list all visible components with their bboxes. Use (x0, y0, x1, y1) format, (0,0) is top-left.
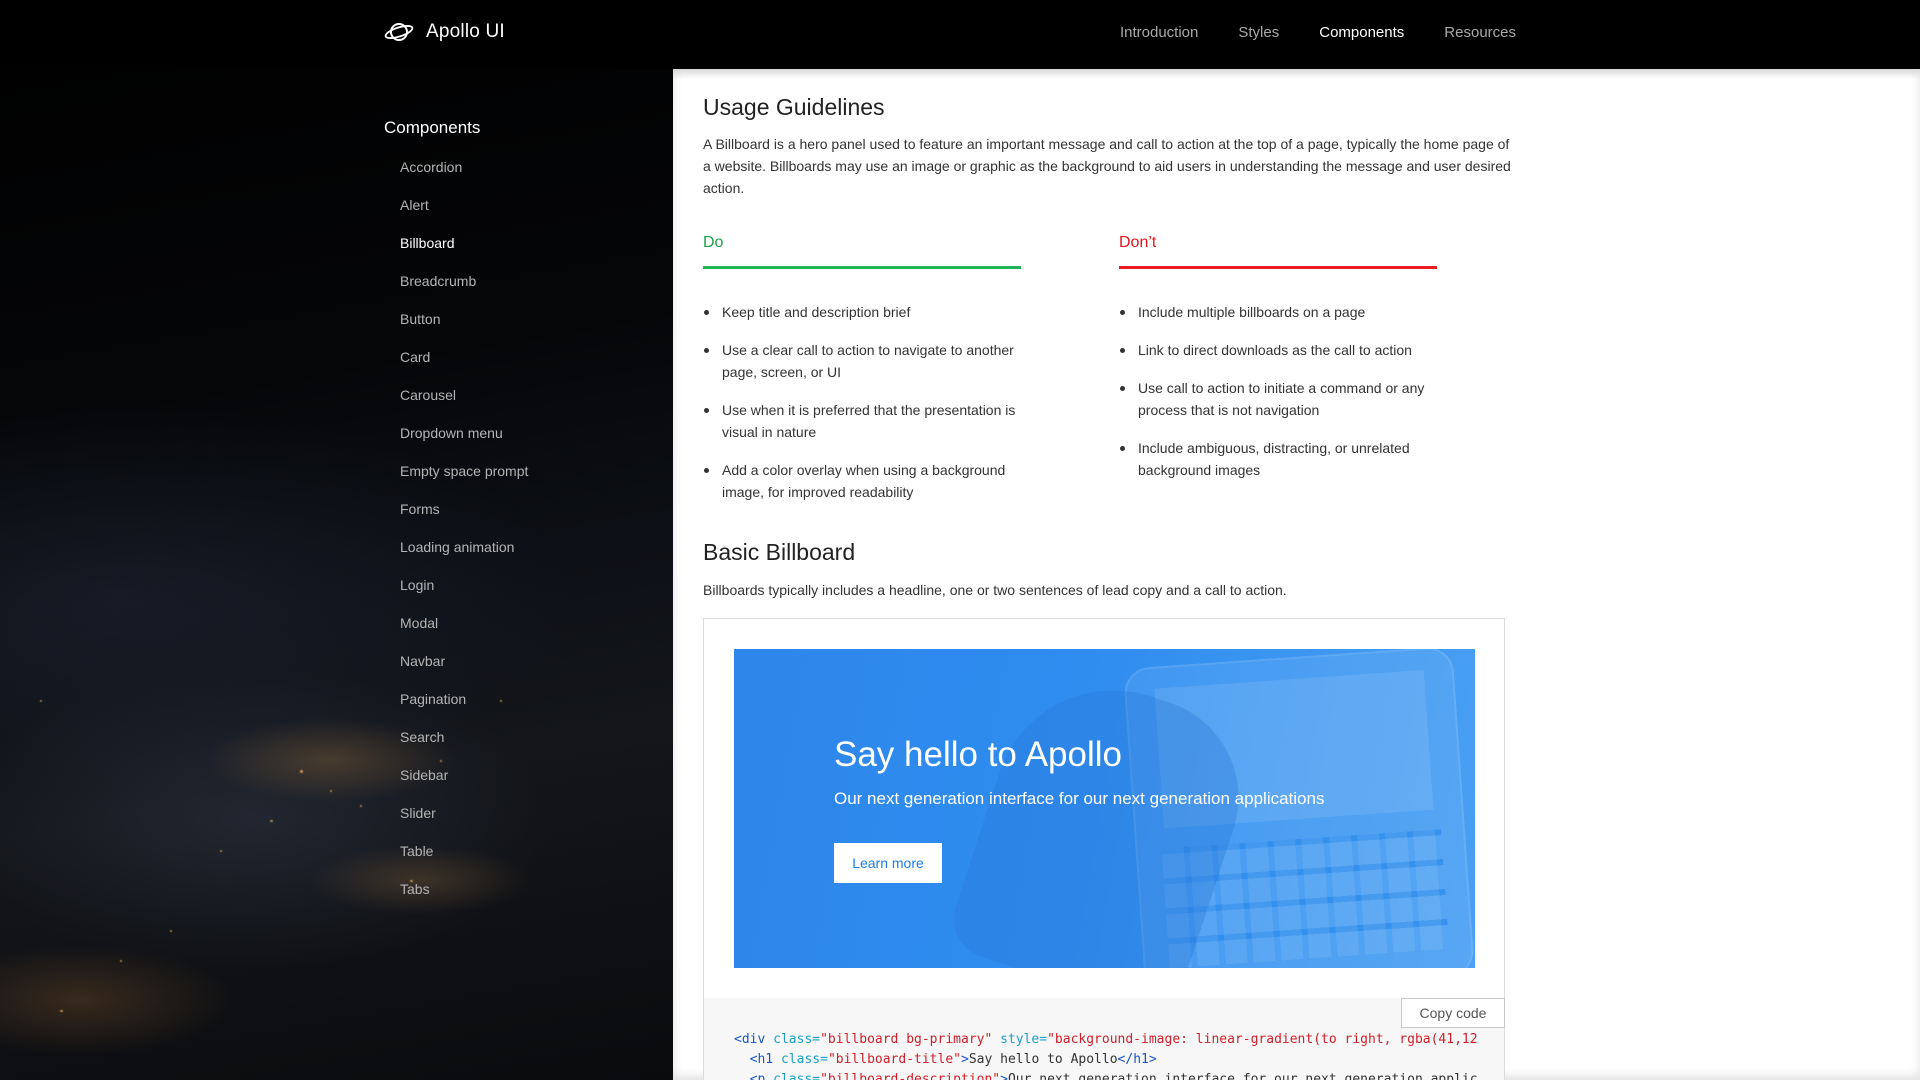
do-item: Add a color overlay when using a backgro… (703, 459, 1033, 503)
code-line-2: <h1 class="billboard-title">Say hello to… (749, 1052, 1157, 1067)
sidebar-item-breadcrumb[interactable]: Breadcrumb (400, 272, 528, 310)
code-block: <div class="billboard bg-primary" style=… (734, 1030, 1478, 1080)
basic-billboard-title: Basic Billboard (703, 539, 856, 565)
do-item: Use when it is preferred that the presen… (703, 399, 1033, 443)
dont-item: Include ambiguous, distracting, or unrel… (1119, 437, 1439, 481)
main-nav: Introduction Styles Components Resources (1120, 24, 1516, 41)
do-item: Use a clear call to action to navigate t… (703, 339, 1033, 383)
sidebar-item-tabs[interactable]: Tabs (400, 880, 528, 918)
billboard-description: Our next generation interface for our ne… (834, 789, 1325, 808)
sidebar-item-forms[interactable]: Forms (400, 500, 528, 538)
sidebar-item-button[interactable]: Button (400, 310, 528, 348)
nav-introduction[interactable]: Introduction (1120, 24, 1198, 41)
dont-list: Include multiple billboards on a page Li… (1119, 301, 1439, 497)
sidebar-item-empty-space-prompt[interactable]: Empty space prompt (400, 462, 528, 500)
sidebar-item-navbar[interactable]: Navbar (400, 652, 528, 690)
basic-billboard-description: Billboards typically includes a headline… (703, 582, 1287, 598)
sidebar-item-login[interactable]: Login (400, 576, 528, 614)
sidebar-item-slider[interactable]: Slider (400, 804, 528, 842)
learn-more-button[interactable]: Learn more (834, 843, 942, 883)
top-navbar: Apollo UI Introduction Styles Components… (0, 0, 1920, 69)
copy-code-button[interactable]: Copy code (1401, 998, 1505, 1028)
usage-description: A Billboard is a hero panel used to feat… (703, 136, 1511, 196)
billboard-preview: Say hello to Apollo Our next generation … (734, 649, 1475, 968)
sidebar-item-dropdown-menu[interactable]: Dropdown menu (400, 424, 528, 462)
nav-components[interactable]: Components (1319, 24, 1404, 41)
sidebar-item-loading-animation[interactable]: Loading animation (400, 538, 528, 576)
components-sidebar: Components Accordion Alert Billboard Bre… (384, 118, 528, 918)
sidebar-item-pagination[interactable]: Pagination (400, 690, 528, 728)
sidebar-title: Components (384, 118, 481, 137)
sidebar-item-sidebar[interactable]: Sidebar (400, 766, 528, 804)
sidebar-item-alert[interactable]: Alert (400, 196, 528, 234)
code-line-3: <p class="billboard-description">Our nex… (749, 1072, 1478, 1080)
sidebar-item-table[interactable]: Table (400, 842, 528, 880)
do-list: Keep title and description brief Use a c… (703, 301, 1033, 519)
dont-heading: Don’t (1119, 234, 1437, 269)
brand-logo[interactable]: Apollo UI (384, 19, 505, 45)
sidebar-item-card[interactable]: Card (400, 348, 528, 386)
sidebar-item-carousel[interactable]: Carousel (400, 386, 528, 424)
do-item: Keep title and description brief (703, 301, 1033, 323)
panel-top-shadow (673, 69, 1920, 79)
code-line-1: <div class="billboard bg-primary" style=… (734, 1032, 1478, 1047)
sidebar-background-image (0, 0, 673, 1080)
nav-resources[interactable]: Resources (1444, 24, 1516, 41)
sidebar-item-search[interactable]: Search (400, 728, 528, 766)
do-heading: Do (703, 234, 1021, 269)
dont-item: Link to direct downloads as the call to … (1119, 339, 1439, 361)
nav-styles[interactable]: Styles (1238, 24, 1279, 41)
brand-name: Apollo UI (426, 21, 505, 42)
billboard-title: Say hello to Apollo (834, 735, 1122, 774)
sidebar-item-billboard[interactable]: Billboard (400, 234, 528, 272)
usage-guidelines-title: Usage Guidelines (703, 94, 885, 120)
dont-item: Include multiple billboards on a page (1119, 301, 1439, 323)
sidebar-item-accordion[interactable]: Accordion (400, 158, 528, 196)
sidebar-item-modal[interactable]: Modal (400, 614, 528, 652)
sidebar-list: Accordion Alert Billboard Breadcrumb But… (400, 158, 528, 918)
code-snippet[interactable]: <div class="billboard bg-primary" style=… (704, 998, 1504, 1080)
planet-icon (384, 23, 414, 41)
dont-item: Use call to action to initiate a command… (1119, 377, 1439, 421)
